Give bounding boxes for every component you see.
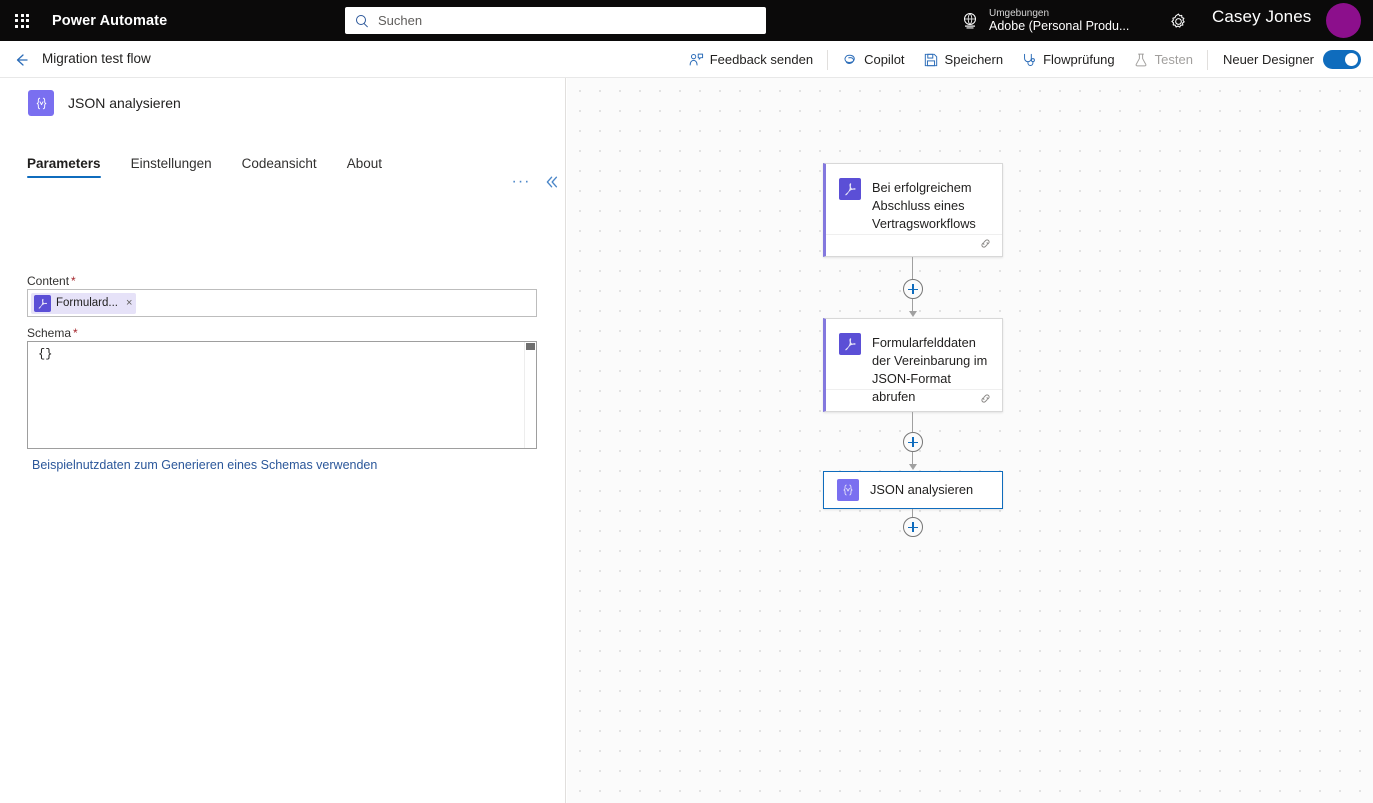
content-token-label: Formulard... [56, 297, 118, 309]
gear-icon[interactable] [1166, 10, 1190, 32]
add-action-button-3[interactable] [903, 517, 923, 537]
schema-field-label: Schema * [27, 326, 78, 340]
add-action-button-1[interactable] [903, 279, 923, 299]
command-bar: Migration test flow Feedback senden Copi… [0, 41, 1373, 78]
panel-title: JSON analysieren [68, 95, 181, 111]
environment-value: Adobe (Personal Produ... [989, 19, 1130, 34]
copilot-button[interactable]: Copilot [833, 41, 913, 78]
user-name[interactable]: Casey Jones [1212, 7, 1311, 27]
content-input[interactable]: Formulard... × [27, 289, 537, 317]
content-token-chip[interactable]: Formulard... × [31, 292, 137, 314]
node-footer [826, 234, 1002, 256]
command-bar-actions: Feedback senden Copilot Speichern Flowpr… [679, 41, 1361, 78]
schema-value: {} [38, 347, 53, 361]
scrollbar-thumb[interactable] [526, 343, 535, 350]
flask-icon [1133, 52, 1149, 68]
search-box[interactable] [345, 7, 766, 34]
adobe-pdf-icon [34, 294, 51, 312]
environment-label: Umgebungen [989, 7, 1050, 19]
panel-tabs: Parameters Einstellungen Codeansicht Abo… [27, 146, 412, 178]
waffle-grid [15, 13, 29, 28]
flow-connector-1 [912, 257, 913, 279]
node-body: Bei erfolgreichem Abschluss eines Vertra… [826, 164, 1002, 233]
panel-collapse-icon[interactable] [543, 172, 561, 192]
use-sample-payload-link[interactable]: Beispielnutzdaten zum Generieren eines S… [32, 458, 377, 472]
link-chain-icon[interactable] [979, 392, 992, 410]
copilot-label: Copilot [864, 52, 905, 67]
toolbar-divider [827, 49, 829, 70]
flow-checker-button[interactable]: Flowprüfung [1012, 41, 1124, 78]
content-label-text: Content [27, 274, 70, 288]
top-navigation-bar: Power Automate Umgebungen Adobe (Persona… [0, 0, 1373, 41]
content-field-label: Content * [27, 274, 76, 288]
tab-codeansicht[interactable]: Codeansicht [242, 156, 317, 178]
environment-text: Umgebungen Adobe (Personal Produ... [989, 8, 1129, 34]
close-icon[interactable]: × [126, 297, 132, 309]
globe-icon [960, 11, 980, 31]
search-input[interactable] [378, 13, 748, 28]
schema-input[interactable]: {} [27, 341, 537, 449]
node-title: JSON analysieren [870, 482, 974, 498]
panel-more-options-button[interactable]: ··· [511, 172, 531, 192]
app-launcher-icon[interactable] [0, 0, 44, 41]
flow-title[interactable]: Migration test flow [42, 51, 151, 66]
environment-selector[interactable]: Umgebungen Adobe (Personal Produ... [960, 0, 1129, 41]
avatar[interactable] [1326, 3, 1361, 38]
feedback-icon [688, 52, 704, 68]
send-feedback-button[interactable]: Feedback senden [679, 41, 822, 78]
toolbar-divider-2 [1206, 49, 1208, 70]
copilot-icon [842, 52, 858, 68]
node-footer [826, 389, 1002, 411]
adobe-pdf-icon [839, 333, 861, 355]
schema-required-marker: * [73, 326, 78, 340]
search-icon [355, 14, 369, 28]
flow-canvas[interactable]: Bei erfolgreichem Abschluss eines Vertra… [567, 78, 1373, 803]
send-feedback-label: Feedback senden [709, 52, 814, 67]
flow-connector-3 [912, 509, 913, 517]
action-details-panel: JSON analysieren ··· Parameters Einstell… [0, 78, 566, 803]
content-required-marker: * [71, 274, 76, 288]
flow-connector-2 [912, 412, 913, 432]
brand-title[interactable]: Power Automate [52, 13, 167, 29]
test-button[interactable]: Testen [1124, 41, 1202, 78]
flow-arrow-1 [908, 311, 917, 317]
test-label: Testen [1154, 52, 1193, 67]
link-chain-icon[interactable] [979, 237, 992, 255]
stethoscope-icon [1021, 52, 1037, 68]
save-label: Speichern [944, 52, 1004, 67]
save-icon [923, 52, 939, 68]
tab-about[interactable]: About [347, 156, 382, 178]
flow-node-get-form-data[interactable]: Formularfelddaten der Vereinbarung im JS… [823, 318, 1003, 412]
json-braces-icon [837, 479, 859, 501]
tab-parameters[interactable]: Parameters [27, 156, 101, 178]
flow-arrow-2 [908, 464, 917, 470]
json-braces-icon [28, 90, 54, 116]
save-button[interactable]: Speichern [914, 41, 1013, 78]
new-designer-label: Neuer Designer [1222, 52, 1314, 67]
flow-checker-label: Flowprüfung [1043, 52, 1115, 67]
node-title: Bei erfolgreichem Abschluss eines Vertra… [872, 180, 976, 232]
tab-einstellungen[interactable]: Einstellungen [131, 156, 212, 178]
flow-node-parse-json[interactable]: JSON analysieren [823, 471, 1003, 509]
schema-label-text: Schema [27, 326, 72, 340]
adobe-pdf-icon [839, 178, 861, 200]
add-action-button-2[interactable] [903, 432, 923, 452]
new-designer-toggle[interactable]: Neuer Designer [1213, 41, 1361, 78]
back-arrow-icon[interactable] [11, 50, 31, 70]
toggle-switch[interactable] [1323, 50, 1361, 69]
schema-scrollbar[interactable] [524, 342, 536, 448]
flow-node-trigger[interactable]: Bei erfolgreichem Abschluss eines Vertra… [823, 163, 1003, 257]
